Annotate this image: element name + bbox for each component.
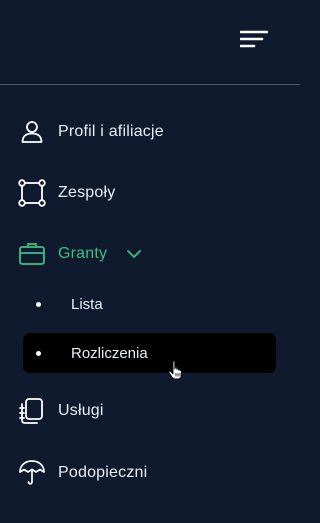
sidebar-item-label: Profil i afiliacje xyxy=(58,123,164,140)
sidebar-item-grants[interactable]: Granty xyxy=(0,232,300,276)
sidebar-item-label: Zespoły xyxy=(58,184,116,201)
bullet-icon xyxy=(36,350,41,356)
submenu-item-label: Lista xyxy=(71,295,103,313)
documents-icon xyxy=(18,397,46,425)
submenu-item-lista[interactable]: Lista xyxy=(23,284,276,324)
sidebar-item-label: Granty xyxy=(58,245,108,262)
chevron-down-icon[interactable] xyxy=(126,246,142,262)
sidebar-item-profile[interactable]: Profil i afiliacje xyxy=(0,110,300,154)
top-bar xyxy=(0,0,300,85)
sidebar-item-teams[interactable]: Zespoły xyxy=(0,171,300,215)
sidebar-item-label: Usługi xyxy=(58,402,104,419)
sidebar-item-dependents[interactable]: Podopieczni xyxy=(0,451,300,495)
submenu-item-label: Rozliczenia xyxy=(71,344,148,362)
umbrella-icon xyxy=(18,459,46,487)
user-icon xyxy=(18,118,46,146)
hamburger-menu-icon[interactable] xyxy=(240,30,268,48)
sidebar-item-label: Podopieczni xyxy=(58,464,148,481)
team-square-icon xyxy=(18,179,46,207)
sidebar-item-services[interactable]: Usługi xyxy=(0,389,300,433)
submenu-item-rozliczenia[interactable]: Rozliczenia xyxy=(23,333,276,373)
bullet-icon xyxy=(36,301,41,307)
briefcase-icon xyxy=(18,240,46,268)
